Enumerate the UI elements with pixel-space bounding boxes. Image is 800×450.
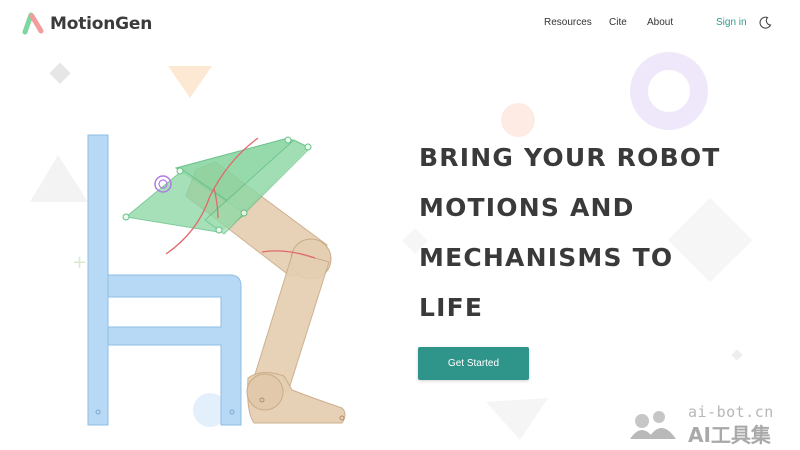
watermark: ai-bot.cn AI工具集 <box>628 403 792 447</box>
watermark-logo-icon <box>630 411 676 439</box>
bg-triangle-bottom <box>486 398 548 440</box>
linkage-joint <box>240 209 248 217</box>
watermark-brand: AI工具集 <box>688 423 771 447</box>
bg-ring <box>630 52 708 130</box>
linkage-joint <box>215 226 223 234</box>
linkage-joint <box>304 143 312 151</box>
hero-headline-line: MECHANISMS TO <box>419 243 674 272</box>
hero-illustration <box>87 134 346 426</box>
leg-shin <box>251 251 330 393</box>
nav-link-resources[interactable]: Resources <box>544 17 592 28</box>
linkage-joint <box>284 136 292 144</box>
brand-name: MotionGen <box>50 14 153 34</box>
chair-seat <box>107 274 242 426</box>
hero-headline-line: MOTIONS AND <box>419 193 635 222</box>
linkage-joint <box>176 167 184 175</box>
motiongen-logo-icon <box>22 12 44 35</box>
nav-link-cite[interactable]: Cite <box>609 17 627 28</box>
linkage-joint <box>122 213 130 221</box>
top-navbar: MotionGen Resources Cite About Sign in <box>0 0 800 48</box>
moon-icon[interactable] <box>758 16 772 30</box>
bg-small-diamond <box>731 349 743 361</box>
ankle-joint <box>246 373 284 411</box>
signin-link[interactable]: Sign in <box>716 17 747 28</box>
hero-headline-line: BRING YOUR ROBOT <box>419 143 721 172</box>
bg-circle <box>501 103 535 137</box>
brand-home-link[interactable]: MotionGen <box>22 11 152 37</box>
get-started-button[interactable]: Get Started <box>418 347 529 380</box>
hero-headline: BRING YOUR ROBOT MOTIONS AND MECHANISMS … <box>419 133 779 333</box>
chair-back-leg <box>87 134 109 426</box>
hero-headline-line: LIFE <box>419 293 484 322</box>
nav-link-about[interactable]: About <box>647 17 673 28</box>
